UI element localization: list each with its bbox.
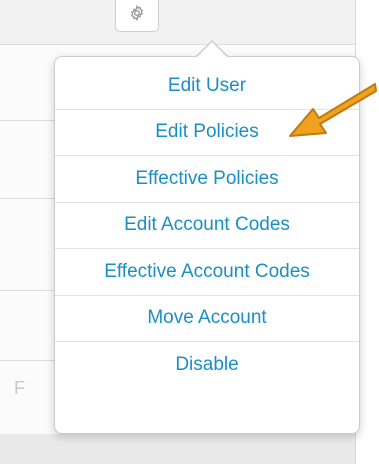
screen: F Edit User Edit Policies Effective Poli… <box>0 0 379 464</box>
menu-item-move-account[interactable]: Move Account <box>55 296 359 342</box>
settings-button[interactable] <box>115 0 159 32</box>
table-divider <box>0 44 356 45</box>
partial-text: F <box>14 378 25 398</box>
menu-item-disable[interactable]: Disable <box>55 342 359 389</box>
menu-item-effective-account-codes[interactable]: Effective Account Codes <box>55 249 359 296</box>
background-footer <box>0 434 356 464</box>
annotation-arrow-icon <box>289 83 377 137</box>
dropdown-caret-fill <box>197 42 227 57</box>
menu-item-edit-account-codes[interactable]: Edit Account Codes <box>55 203 359 249</box>
gear-icon <box>130 5 144 21</box>
menu-item-effective-policies[interactable]: Effective Policies <box>55 156 359 203</box>
